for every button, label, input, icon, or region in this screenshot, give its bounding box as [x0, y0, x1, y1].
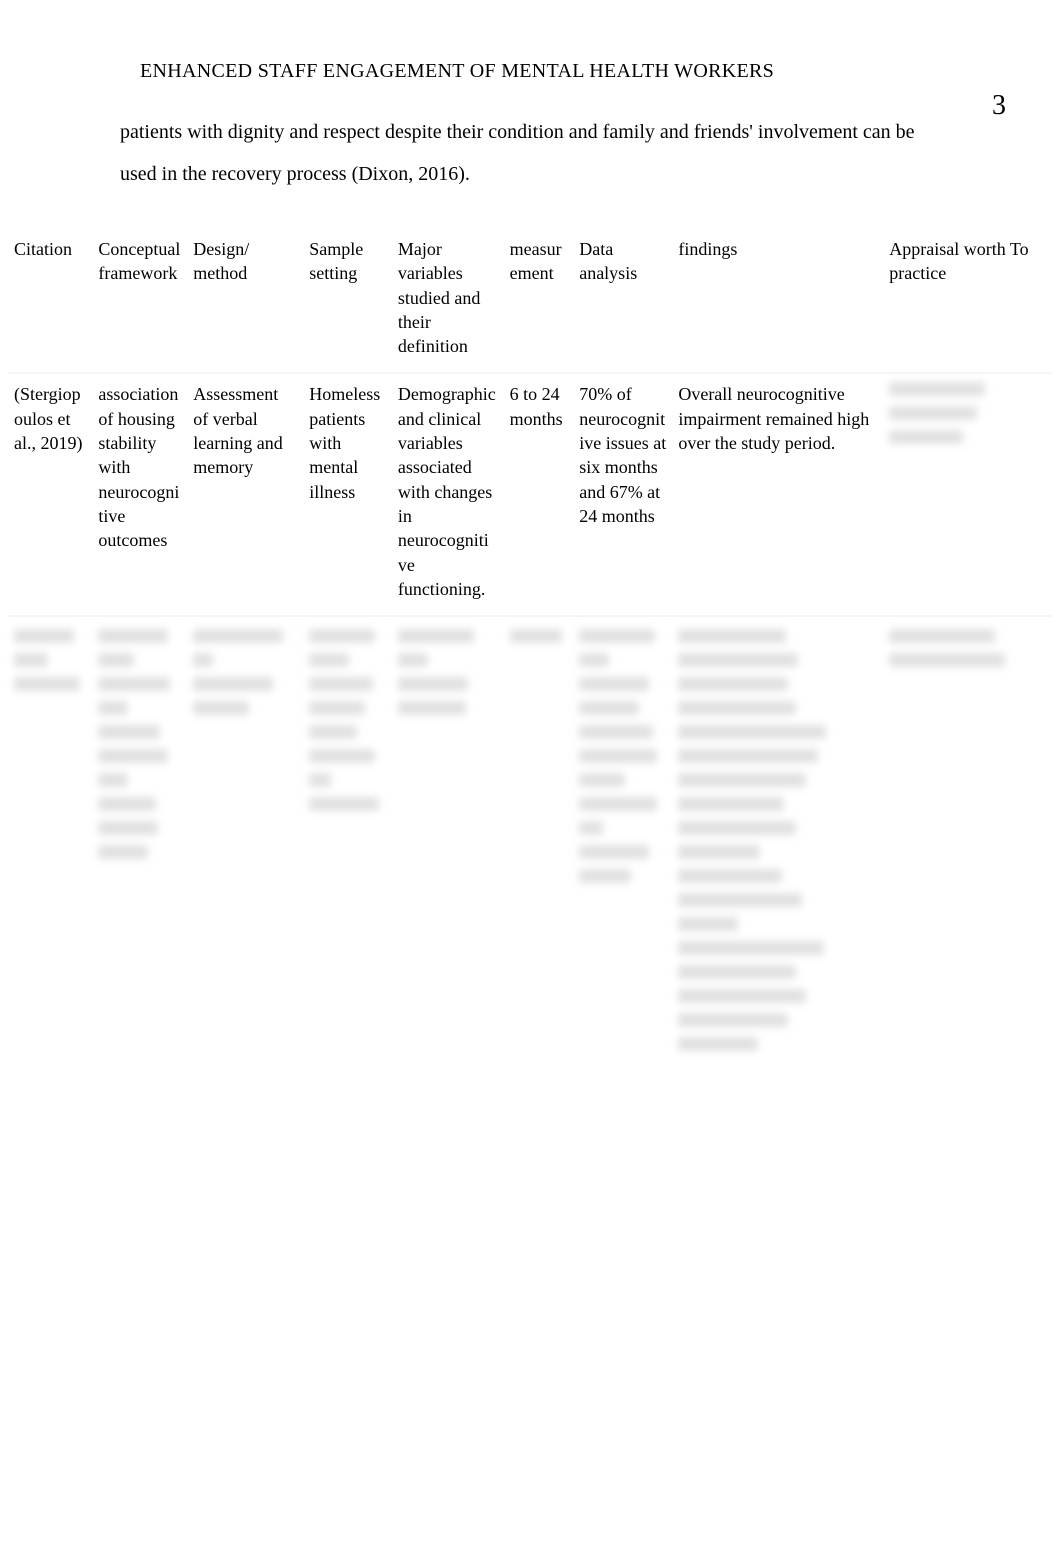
blur-cell	[8, 616, 92, 1091]
document-page: ENHANCED STAFF ENGAGEMENT OF MENTAL HEAL…	[0, 0, 1062, 1561]
cell-findings: Overall neurocognitive impairment remain…	[672, 373, 883, 616]
blur-cell	[187, 616, 303, 1091]
blur-cell	[392, 616, 504, 1091]
cell-citation: (Stergiopoulos et al., 2019)	[8, 373, 92, 616]
evidence-table: Citation Conceptual framework Design/ me…	[8, 229, 1052, 1091]
table-row: (Stergiopoulos et al., 2019) association…	[8, 373, 1052, 616]
cell-framework: association of housing stability with ne…	[92, 373, 187, 616]
th-variables: Major variables studied and their defini…	[392, 229, 504, 373]
page-number: 3	[992, 90, 1006, 122]
th-design: Design/ method	[187, 229, 303, 373]
cell-variables: Demographic and clinical variables assoc…	[392, 373, 504, 616]
blur-cell	[92, 616, 187, 1091]
th-findings: findings	[672, 229, 883, 373]
cell-design: Assessment of verbal learning and memory	[187, 373, 303, 616]
th-measure: measurement	[504, 229, 574, 373]
blur-cell	[672, 616, 883, 1091]
th-framework: Conceptual framework	[92, 229, 187, 373]
th-appraisal: Appraisal worth To practice	[883, 229, 1052, 373]
blur-cell	[504, 616, 574, 1091]
cell-measure: 6 to 24 months	[504, 373, 574, 616]
th-analysis: Data analysis	[573, 229, 672, 373]
blur-cell	[573, 616, 672, 1091]
running-head: ENHANCED STAFF ENGAGEMENT OF MENTAL HEAL…	[80, 60, 982, 83]
cell-appraisal	[883, 373, 1052, 616]
table-row-blurred	[8, 616, 1052, 1091]
table-header-row: Citation Conceptual framework Design/ me…	[8, 229, 1052, 373]
th-citation: Citation	[8, 229, 92, 373]
cell-sample: Homeless patients with mental illness	[303, 373, 392, 616]
cell-analysis: 70% of neurocognitive issues at six mont…	[573, 373, 672, 616]
blur-cell	[303, 616, 392, 1091]
body-paragraph: patients with dignity and respect despit…	[120, 111, 942, 195]
blur-cell	[883, 616, 1052, 1091]
th-sample: Sample setting	[303, 229, 392, 373]
blurred-text	[889, 382, 1046, 444]
